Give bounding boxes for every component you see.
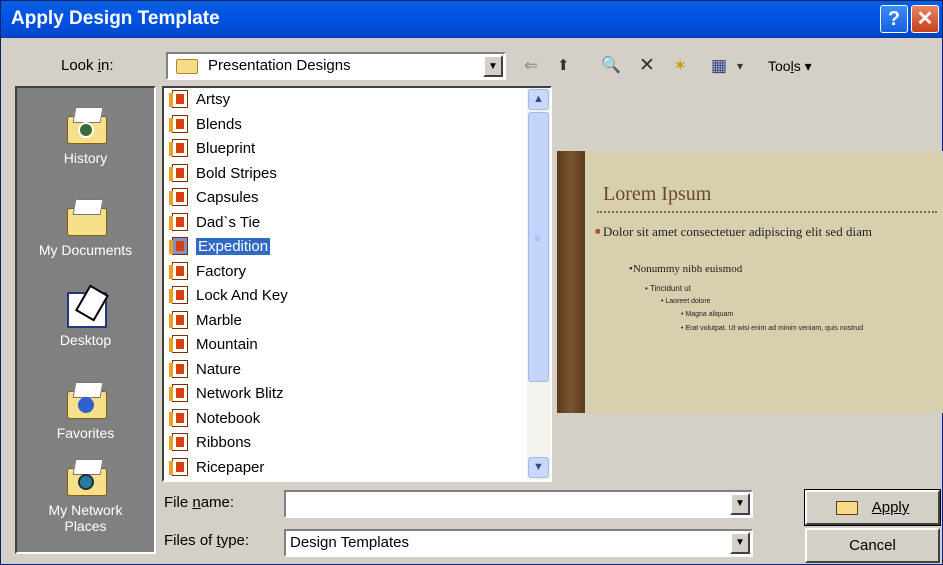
place-label: Favorites <box>56 425 115 441</box>
place-favorites[interactable]: Favorites <box>17 381 154 441</box>
chevron-down-icon[interactable]: ▼ <box>730 493 750 515</box>
design-template-icon <box>169 457 188 476</box>
favorites-icon <box>63 381 109 421</box>
list-item[interactable]: Mountain <box>169 333 258 356</box>
history-icon <box>63 106 109 146</box>
place-label: Desktop <box>59 332 112 348</box>
file-list-scrollbar[interactable]: ▲ ▼ <box>527 88 550 480</box>
design-template-icon <box>169 408 188 427</box>
tools-menu[interactable]: Tools ▾ <box>768 53 812 79</box>
design-template-icon <box>169 359 188 378</box>
preview-bullet-4: • Laoreet dolore <box>661 298 711 305</box>
place-my-network-places[interactable]: My Network Places <box>17 458 154 534</box>
views-icon[interactable]: ▦ <box>711 53 727 79</box>
scroll-down-button[interactable]: ▼ <box>528 457 549 478</box>
preview-bullet-6: • Erat volutpat. Ut wisi enim ad minim v… <box>681 325 864 332</box>
list-item[interactable]: Ricepaper <box>169 456 264 479</box>
title-bar[interactable]: Apply Design Template ? ✕ <box>1 1 942 38</box>
list-item[interactable]: Notebook <box>169 407 260 430</box>
scroll-thumb[interactable] <box>528 112 549 382</box>
views-dropdown-arrow[interactable]: ▾ <box>737 53 743 79</box>
preview-bullet-1: Dolor sit amet consectetuer adipiscing e… <box>595 224 933 240</box>
list-item[interactable]: Dad`s Tie <box>169 211 260 234</box>
folder-icon <box>176 59 198 74</box>
desktop-icon <box>63 284 109 328</box>
design-template-icon <box>169 90 188 109</box>
design-template-icon <box>169 286 188 305</box>
preview-bullet-5: • Magna aliquam <box>681 311 734 318</box>
place-history[interactable]: History <box>17 106 154 166</box>
help-button[interactable]: ? <box>880 5 908 33</box>
my-documents-icon <box>63 198 109 238</box>
design-template-icon <box>169 310 188 329</box>
up-one-level-icon[interactable]: ⬆ <box>557 53 570 79</box>
files-of-type-value: Design Templates <box>290 534 409 551</box>
preview-bullet-2: •Nonummy nibh euismod <box>629 263 743 275</box>
look-in-label: Look in: <box>61 57 114 74</box>
close-button[interactable]: ✕ <box>911 5 939 33</box>
open-folder-icon <box>835 501 858 516</box>
place-label-line1: My Network <box>48 502 123 518</box>
network-places-icon <box>63 458 109 498</box>
design-template-icon <box>169 237 188 256</box>
list-item[interactable]: Network Blitz <box>169 382 284 405</box>
list-item[interactable]: Lock And Key <box>169 284 288 307</box>
new-folder-icon[interactable]: ✶ <box>673 53 687 79</box>
list-item[interactable]: Ribbons <box>169 431 251 454</box>
list-item[interactable]: Blueprint <box>169 137 255 160</box>
dialog-title: Apply Design Template <box>11 8 220 29</box>
back-icon[interactable]: ⇐ <box>524 53 538 79</box>
search-web-icon[interactable]: 🔍 <box>601 53 621 79</box>
preview-bullet-3: • Tincidunt ut <box>645 284 691 293</box>
place-label: My Documents <box>38 242 133 258</box>
preview-divider <box>597 211 937 213</box>
design-template-icon <box>169 335 188 354</box>
list-item[interactable]: Marble <box>169 309 242 332</box>
look-in-value: Presentation Designs <box>208 57 351 74</box>
design-template-icon <box>169 261 188 280</box>
list-item[interactable]: Artsy <box>169 88 230 111</box>
place-desktop[interactable]: Desktop <box>17 284 154 348</box>
place-my-documents[interactable]: My Documents <box>17 198 154 258</box>
design-template-icon <box>169 114 188 133</box>
apply-design-template-dialog: Apply Design Template ? ✕ Look in: Prese… <box>0 0 943 565</box>
delete-icon[interactable]: ✕ <box>639 53 655 79</box>
list-item[interactable]: Nature <box>169 358 241 381</box>
list-item[interactable]: Factory <box>169 260 246 283</box>
preview-title: Lorem Ipsum <box>603 183 712 205</box>
look-in-dropdown[interactable]: Presentation Designs ▼ <box>166 52 506 80</box>
files-of-type-label: Files of type: <box>164 532 250 549</box>
cancel-button[interactable]: Cancel <box>805 528 940 563</box>
place-label-line2: Places <box>64 518 107 534</box>
design-template-icon <box>169 212 188 231</box>
design-template-icon <box>169 384 188 403</box>
design-template-icon <box>169 433 188 452</box>
list-item-selected[interactable]: Expedition <box>169 235 271 258</box>
design-template-icon <box>169 139 188 158</box>
design-template-icon <box>169 188 188 207</box>
list-item[interactable]: Capsules <box>169 186 259 209</box>
list-item[interactable]: Blends <box>169 113 242 136</box>
apply-button[interactable]: Apply <box>804 489 941 526</box>
scroll-up-button[interactable]: ▲ <box>528 89 549 110</box>
list-item[interactable]: Bold Stripes <box>169 162 277 185</box>
file-name-field[interactable]: ▼ <box>284 490 753 518</box>
preview-side-band <box>557 151 585 413</box>
chevron-down-icon[interactable]: ▼ <box>483 55 503 77</box>
chevron-down-icon[interactable]: ▼ <box>730 532 750 554</box>
place-label: History <box>63 150 108 166</box>
files-of-type-dropdown[interactable]: Design Templates ▼ <box>284 529 753 557</box>
template-preview: Lorem Ipsum Dolor sit amet consectetuer … <box>557 151 943 413</box>
design-template-icon <box>169 163 188 182</box>
places-bar: History My Documents Desktop Favorites M… <box>15 86 156 554</box>
file-list[interactable]: Artsy Blends Blueprint Bold Stripes Caps… <box>162 86 552 482</box>
file-name-label: File name: <box>164 494 235 511</box>
